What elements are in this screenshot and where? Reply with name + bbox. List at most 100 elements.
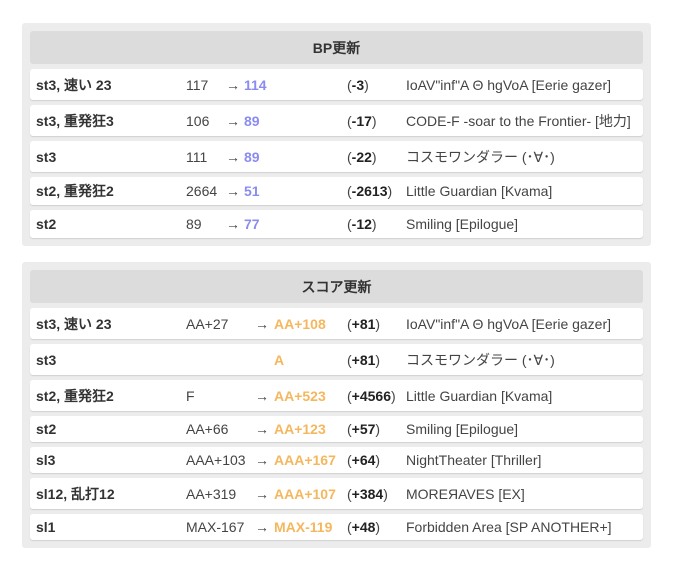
diff-close-paren: ) bbox=[371, 112, 377, 129]
song-title: MOREЯAVES [EX] bbox=[406, 485, 525, 502]
list-item: sl12, 乱打12 AA+319 → AAA+107 (+384) MOREЯAVES … bbox=[30, 478, 643, 509]
diff-value: (+81) bbox=[347, 352, 380, 368]
diff-close-paren: ) bbox=[364, 76, 369, 93]
old-value: MAX-167 bbox=[186, 519, 245, 535]
diff-value: (-12) bbox=[347, 216, 377, 232]
diff-close-paren: ) bbox=[375, 519, 381, 535]
diff-close-paren: ) bbox=[383, 485, 388, 502]
diff-number: +81 bbox=[351, 315, 376, 332]
diff-value: (-2613) bbox=[347, 183, 392, 199]
arrow-icon: → bbox=[255, 452, 269, 468]
bp-update-header: BP更新 bbox=[30, 31, 643, 64]
new-value: 89 bbox=[244, 148, 260, 165]
old-value: 89 bbox=[186, 216, 202, 232]
new-value: 89 bbox=[244, 112, 260, 129]
arrow-icon: → bbox=[255, 421, 269, 437]
song-title: Smiling [Epilogue] bbox=[406, 216, 519, 232]
difficulty-tag: st3 bbox=[36, 351, 57, 368]
difficulty-tag: st2 bbox=[36, 421, 57, 437]
new-value: A bbox=[274, 351, 285, 368]
new-value: AAA+107 bbox=[274, 485, 336, 502]
bp-update-panel: BP更新 st3, 速い 23 117 → 114 (-3) IoAV"inf"A Θ h… bbox=[22, 23, 651, 246]
old-value: AA+66 bbox=[186, 421, 229, 437]
old-value: 111 bbox=[186, 148, 208, 165]
arrow-icon: → bbox=[226, 148, 240, 165]
diff-close-paren: ) bbox=[375, 351, 381, 368]
new-value: AA+523 bbox=[274, 387, 326, 404]
difficulty-tag: st3 bbox=[36, 148, 57, 165]
song-title: コスモワンダラー (･∀･) bbox=[406, 148, 555, 165]
bp-update-title: BP更新 bbox=[312, 39, 361, 56]
diff-close-paren: ) bbox=[387, 183, 393, 199]
score-update-header: スコア更新 bbox=[30, 270, 643, 303]
difficulty-tag: st2, 重発狂2 bbox=[36, 183, 114, 199]
arrow-icon: → bbox=[226, 216, 240, 232]
difficulty-tag: sl1 bbox=[36, 519, 56, 535]
bp-update-list: st3, 速い 23 117 → 114 (-3) IoAV"inf"A Θ hgVoA … bbox=[30, 69, 643, 238]
song-title: コスモワンダラー (･∀･) bbox=[406, 351, 555, 368]
new-value: AAA+167 bbox=[274, 452, 336, 468]
diff-value: (+57) bbox=[347, 421, 380, 437]
difficulty-tag: st3, 速い 23 bbox=[36, 76, 112, 93]
song-title: IoAV"inf"A Θ hgVoA [Eerie gazer] bbox=[406, 315, 612, 332]
diff-close-paren: ) bbox=[391, 387, 396, 404]
song-title: Little Guardian [Kvama] bbox=[406, 387, 553, 404]
score-update-panel: スコア更新 st3, 速い 23 AA+27 → AA+108 (+81) IoAV"in… bbox=[22, 262, 651, 548]
list-item: st3, 速い 23 AA+27 → AA+108 (+81) IoAV"inf"A Θ … bbox=[30, 308, 643, 339]
song-title: Forbidden Area [SP ANOTHER+] bbox=[406, 519, 612, 535]
arrow-icon: → bbox=[226, 183, 240, 199]
diff-value: (-17) bbox=[347, 113, 377, 129]
old-value: AAA+103 bbox=[186, 452, 246, 468]
list-item: st3 A (+81) コスモワンダラー (･∀･) bbox=[30, 344, 643, 375]
list-item: sl3 AAA+103 → AAA+167 (+64) NightTheater [Thr… bbox=[30, 447, 643, 473]
diff-number: -3 bbox=[351, 76, 365, 93]
difficulty-tag: sl12, 乱打12 bbox=[36, 485, 115, 502]
diff-close-paren: ) bbox=[371, 216, 377, 232]
old-value: AA+27 bbox=[186, 315, 229, 332]
difficulty-tag: st3, 速い 23 bbox=[36, 315, 112, 332]
new-value: 114 bbox=[244, 76, 267, 93]
difficulty-tag: sl3 bbox=[36, 452, 56, 468]
diff-number: +64 bbox=[351, 452, 376, 468]
new-value: AA+108 bbox=[274, 315, 326, 332]
diff-number: +384 bbox=[351, 485, 384, 502]
diff-close-paren: ) bbox=[371, 148, 377, 165]
list-item: st3 111 → 89 (-22) コスモワンダラー (･∀･) bbox=[30, 141, 643, 172]
arrow-icon: → bbox=[226, 112, 240, 129]
list-item: sl1 MAX-167 → MAX-119 (+48) Forbidden Area [S… bbox=[30, 514, 643, 540]
diff-value: (+4566) bbox=[347, 388, 396, 404]
new-value: AA+123 bbox=[274, 421, 326, 437]
list-item: st2 AA+66 → AA+123 (+57) Smiling [Epilogue] bbox=[30, 416, 643, 442]
song-title: Little Guardian [Kvama] bbox=[406, 183, 553, 199]
diff-number: -17 bbox=[351, 112, 372, 129]
song-title: Smiling [Epilogue] bbox=[406, 421, 519, 437]
song-title: NightTheater [Thriller] bbox=[406, 452, 542, 468]
diff-close-paren: ) bbox=[375, 315, 381, 332]
new-value: 77 bbox=[244, 216, 260, 232]
diff-number: -22 bbox=[351, 148, 372, 165]
diff-value: (+48) bbox=[347, 519, 380, 535]
diff-number: +48 bbox=[351, 519, 376, 535]
list-item: st2, 重発狂2 2664 → 51 (-2613) Little Guardian [… bbox=[30, 177, 643, 205]
old-value: F bbox=[186, 387, 195, 404]
diff-number: +81 bbox=[351, 351, 376, 368]
diff-value: (+81) bbox=[347, 316, 380, 332]
list-item: st3, 速い 23 117 → 114 (-3) IoAV"inf"A Θ hgVoA … bbox=[30, 69, 643, 100]
diff-close-paren: ) bbox=[375, 452, 381, 468]
new-value: MAX-119 bbox=[274, 519, 333, 535]
list-item: st2, 重発狂2 F → AA+523 (+4566) Little Guardian … bbox=[30, 380, 643, 411]
difficulty-tag: st2 bbox=[36, 216, 57, 232]
diff-value: (-22) bbox=[347, 149, 377, 165]
new-value: 51 bbox=[244, 183, 260, 199]
diff-number: +4566 bbox=[351, 387, 391, 404]
arrow-icon: → bbox=[255, 387, 269, 404]
diff-close-paren: ) bbox=[375, 421, 381, 437]
arrow-icon: → bbox=[255, 485, 269, 502]
list-item: st3, 重発狂3 106 → 89 (-17) CODE-F -soar to the … bbox=[30, 105, 643, 136]
song-title: CODE-F -soar to the Frontier- [地力] bbox=[406, 112, 631, 129]
diff-value: (+64) bbox=[347, 452, 380, 468]
diff-value: (+384) bbox=[347, 486, 388, 502]
score-update-title: スコア更新 bbox=[301, 278, 372, 295]
score-update-list: st3, 速い 23 AA+27 → AA+108 (+81) IoAV"inf"A Θ … bbox=[30, 308, 643, 540]
arrow-icon: → bbox=[255, 519, 269, 535]
